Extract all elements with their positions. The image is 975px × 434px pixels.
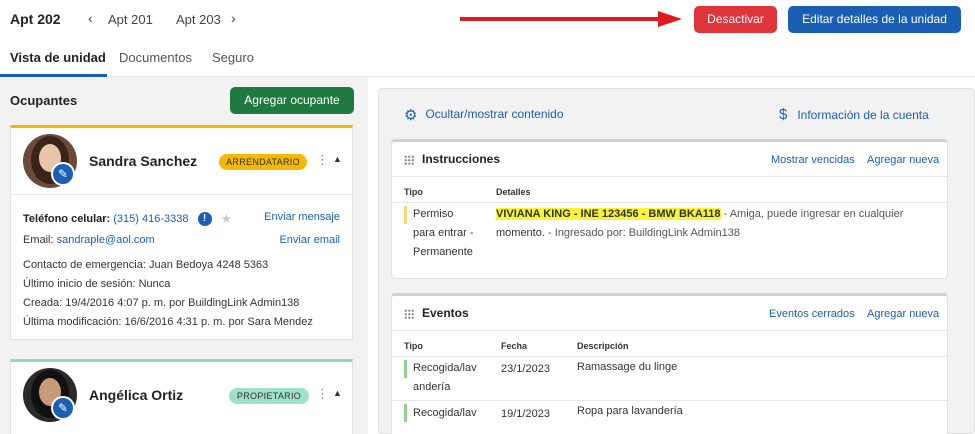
send-email-link[interactable]: Enviar email <box>279 234 340 246</box>
modified-row: Última modificación: 16/6/2016 4:31 p. m… <box>23 316 313 328</box>
closed-events-link[interactable]: Eventos cerrados <box>769 308 855 320</box>
pencil-icon[interactable]: ✎ <box>51 396 75 420</box>
email-row: Email: sandraple@aol.com <box>23 234 155 246</box>
row-indicator <box>404 404 407 422</box>
row-indicator <box>404 360 407 378</box>
phone-row: Teléfono celular: (315) 416-3338 ! ★ <box>23 211 232 227</box>
event-date: 19/1/2023 <box>501 408 550 420</box>
event-date: 23/1/2023 <box>501 363 550 375</box>
phone-label: Teléfono celular: <box>23 212 111 225</box>
col-description: Descripción <box>577 341 629 351</box>
account-info-link[interactable]: $ Información de la cuenta <box>779 106 929 123</box>
event-type: Recogida/lav andería <box>413 362 477 393</box>
gear-icon: ⚙ <box>404 107 418 124</box>
show-expired-link[interactable]: Mostrar vencidas <box>771 154 855 166</box>
email-link[interactable]: sandraple@aol.com <box>57 234 155 246</box>
event-description: Ramassage du linge <box>577 361 678 373</box>
kebab-menu-icon[interactable]: ⋮ <box>316 152 329 168</box>
deactivate-button[interactable]: Desactivar <box>694 6 777 33</box>
last-login-row: Último inicio de sesión: Nunca <box>23 278 171 290</box>
next-apartment-link[interactable]: Apt 203 <box>176 12 221 27</box>
toggle-content-link[interactable]: ⚙ Ocultar/mostrar contenido <box>404 106 564 124</box>
current-apartment: Apt 202 <box>10 11 61 27</box>
row-indicator <box>404 206 407 224</box>
col-type: Tipo <box>404 187 423 197</box>
top-bar: Apt 202 ‹ Apt 201 Apt 203 › Desactivar E… <box>0 0 975 40</box>
caret-up-icon[interactable]: ▲ <box>333 154 342 164</box>
occupant-card: ✎ Sandra Sanchez ARRENDATARIO ⋮ ▲ Teléfo… <box>10 125 353 340</box>
col-type: Tipo <box>404 341 423 351</box>
occupant-card: ✎ Angélica Ortiz PROPIETARIO ⋮ ▲ <box>10 359 353 434</box>
col-date: Fecha <box>501 341 528 351</box>
phone-link[interactable]: (315) 416-3338 <box>113 213 188 225</box>
add-event-link[interactable]: Agregar nueva <box>867 308 939 320</box>
instructions-panel: Instrucciones Mostrar vencidas Agregar n… <box>391 139 948 279</box>
instructions-title: Instrucciones <box>404 152 500 166</box>
col-details: Detalles <box>496 187 531 197</box>
occupant-name[interactable]: Sandra Sanchez <box>89 153 197 169</box>
role-badge: ARRENDATARIO <box>219 154 307 170</box>
occupants-panel: Ocupantes Agregar ocupante ✎ Sandra Sanc… <box>0 77 368 434</box>
event-type: Recogida/lav <box>413 407 477 419</box>
instruction-details: VIVIANA KING - INE 123456 - BMW BKA118 -… <box>496 208 904 239</box>
chevron-right-icon[interactable]: › <box>231 10 236 26</box>
occupant-name[interactable]: Angélica Ortiz <box>89 387 183 403</box>
add-occupant-button[interactable]: Agregar ocupante <box>230 87 354 114</box>
events-title: Eventos <box>404 306 469 320</box>
prev-apartment-link[interactable]: Apt 201 <box>108 12 153 27</box>
unit-content-panel: ⚙ Ocultar/mostrar contenido $ Información … <box>378 88 975 434</box>
alert-icon[interactable]: ! <box>197 212 212 226</box>
arrow-annotation-icon <box>460 11 682 27</box>
pencil-icon[interactable]: ✎ <box>51 162 75 186</box>
tab-documents[interactable]: Documentos <box>119 50 192 65</box>
drag-handle-icon[interactable] <box>404 308 414 319</box>
caret-up-icon[interactable]: ▲ <box>333 388 342 398</box>
occupants-title: Ocupantes <box>10 93 78 108</box>
tab-unit-view[interactable]: Vista de unidad <box>10 50 106 65</box>
events-panel: Eventos Eventos cerrados Agregar nueva T… <box>391 293 948 434</box>
role-badge: PROPIETARIO <box>229 388 309 404</box>
emergency-contact: Juan Bedoya 4248 5363 <box>148 259 269 271</box>
tab-insurance[interactable]: Seguro <box>212 50 254 65</box>
dollar-icon: $ <box>779 106 788 123</box>
event-description: Ropa para lavandería <box>577 405 683 417</box>
email-label: Email: <box>23 234 54 246</box>
instruction-type: Permiso para entrar - Permanente <box>413 208 474 258</box>
tab-bar: Vista de unidad Documentos Seguro <box>0 40 975 77</box>
drag-handle-icon[interactable] <box>404 154 414 165</box>
highlighted-detail: VIVIANA KING - INE 123456 - BMW BKA118 <box>496 208 721 220</box>
add-instruction-link[interactable]: Agregar nueva <box>867 154 939 166</box>
edit-unit-details-button[interactable]: Editar detalles de la unidad <box>788 6 961 33</box>
emergency-row: Contacto de emergencia: Juan Bedoya 4248… <box>23 259 269 271</box>
chevron-left-icon[interactable]: ‹ <box>88 10 93 26</box>
kebab-menu-icon[interactable]: ⋮ <box>316 386 329 402</box>
star-icon[interactable]: ★ <box>221 211 233 226</box>
send-message-link[interactable]: Enviar mensaje <box>264 211 340 223</box>
created-row: Creada: 19/4/2016 4:07 p. m. por Buildin… <box>23 297 300 309</box>
